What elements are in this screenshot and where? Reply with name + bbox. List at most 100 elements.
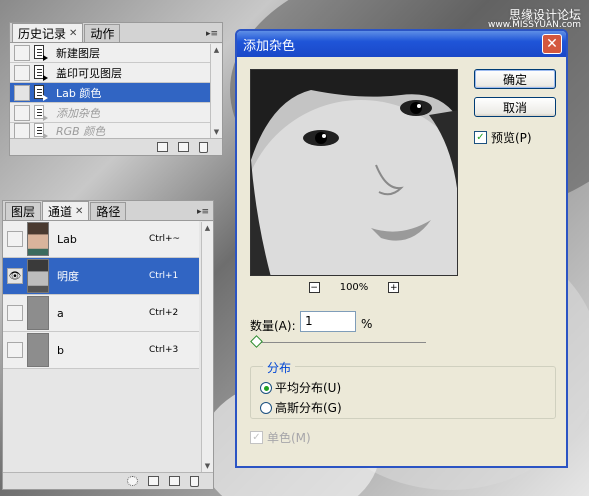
gaussian-radio[interactable]: 高斯分布(G) [260,399,342,416]
trash-icon[interactable] [190,475,199,487]
uniform-radio[interactable]: 平均分布(U) [260,379,341,396]
add-noise-dialog: 添加杂色 ✕ − 100% + 确定 取消 ✓ 预览(P) 数量(A): 1 % [235,29,568,468]
history-item[interactable]: 添加杂色 [10,103,210,123]
history-state-icon [34,104,48,121]
monochromatic-checkbox[interactable]: ✓ 单色(M) [250,429,311,446]
gaussian-label: 高斯分布(G) [275,401,342,415]
channel-name: 明度 [57,270,79,283]
tab-layers[interactable]: 图层 [5,202,42,220]
history-item-label: RGB 颜色 [56,125,106,138]
zoom-level: 100% [339,282,369,293]
history-item-label: Lab 颜色 [56,86,102,100]
load-selection-icon[interactable] [127,476,138,486]
amount-slider[interactable] [250,335,426,348]
channel-shortcut: Ctrl+2 [149,308,179,318]
distribution-label: 分布 [263,359,296,376]
save-selection-icon[interactable] [148,476,159,486]
new-channel-icon[interactable] [169,476,180,486]
history-item-label: 新建图层 [56,46,100,60]
scroll-down-icon[interactable]: ▼ [202,460,213,472]
channels-scrollbar[interactable]: ▲ ▼ [201,222,213,472]
tab-paths-label: 路径 [96,205,121,219]
preview-checkbox[interactable]: ✓ 预览(P) [474,129,532,146]
history-panel: 历史记录 ✕ 动作 ▸≡ 新建图层 盖印可见图层 Lab 颜色 添加杂色 RGB… [9,22,223,156]
close-icon[interactable]: ✕ [75,206,83,217]
scroll-up-icon[interactable]: ▲ [211,44,222,56]
radio-icon[interactable] [260,401,272,414]
tab-actions[interactable]: 动作 [84,24,121,42]
tab-paths[interactable]: 路径 [90,202,127,220]
channel-name: b [57,343,64,357]
history-scrollbar[interactable]: ▲ ▼ [210,44,222,138]
close-icon[interactable]: ✕ [542,34,562,54]
history-tabbar: 历史记录 ✕ 动作 ▸≡ [10,23,222,43]
zoom-in-icon[interactable]: + [388,282,400,293]
channel-shortcut: Ctrl+3 [149,345,179,355]
channel-visibility-box[interactable] [7,305,23,321]
slider-handle[interactable] [250,335,263,348]
ok-button[interactable]: 确定 [474,69,556,89]
tab-actions-label: 动作 [90,27,115,41]
amount-input[interactable]: 1 [300,311,356,332]
new-document-icon[interactable] [157,142,168,152]
dialog-title-bar[interactable]: 添加杂色 ✕ [237,31,566,57]
trash-icon[interactable] [199,141,208,153]
panel-menu-icon[interactable]: ▸≡ [197,207,209,217]
history-state-icon [34,84,48,101]
history-source-box[interactable] [14,84,30,101]
scroll-down-icon[interactable]: ▼ [211,126,222,138]
filter-preview[interactable] [250,69,458,276]
checkmark-icon[interactable]: ✓ [250,431,263,444]
channel-thumbnail [27,259,49,293]
radio-selected-icon[interactable] [260,381,272,394]
preview-label: 预览(P) [491,131,532,145]
panel-menu-icon[interactable]: ▸≡ [206,29,218,39]
history-source-box[interactable] [14,104,30,121]
history-item-selected[interactable]: Lab 颜色 [10,83,210,103]
cancel-button[interactable]: 取消 [474,97,556,117]
history-state-icon [34,64,48,81]
channel-thumbnail [27,222,49,256]
tab-history[interactable]: 历史记录 ✕ [12,23,84,42]
zoom-controls: − 100% + [250,282,458,293]
eye-icon[interactable]: 👁 [7,268,23,284]
channel-row[interactable]: Lab Ctrl+~ [3,221,199,258]
channel-thumbnail [27,333,49,367]
zoom-out-icon[interactable]: − [308,282,320,293]
channel-row[interactable]: a Ctrl+2 [3,295,199,332]
history-source-box[interactable] [14,123,30,139]
history-source-box[interactable] [14,44,30,61]
history-item[interactable]: 盖印可见图层 [10,63,210,83]
channel-name: a [57,306,64,320]
channel-row-selected[interactable]: 👁 明度 Ctrl+1 [3,258,199,295]
channel-list: Lab Ctrl+~ 👁 明度 Ctrl+1 a Ctrl+2 b Ctrl+3 [3,221,199,369]
channels-panel: 图层 通道 ✕ 路径 ▸≡ Lab Ctrl+~ 👁 明度 Ctrl+1 a C… [2,200,214,490]
history-state-icon [34,44,48,61]
history-footer [10,138,222,155]
channel-visibility-box[interactable] [7,342,23,358]
face-preview-image [251,70,457,275]
scroll-up-icon[interactable]: ▲ [202,222,213,234]
close-icon[interactable]: ✕ [69,28,77,39]
channels-footer [3,472,213,489]
tab-channels[interactable]: 通道 ✕ [42,201,90,220]
channel-visibility-box[interactable] [7,231,23,247]
channel-row[interactable]: b Ctrl+3 [3,332,199,369]
history-state-icon [34,123,48,139]
channels-tabbar: 图层 通道 ✕ 路径 ▸≡ [3,201,213,221]
history-list: 新建图层 盖印可见图层 Lab 颜色 添加杂色 RGB 颜色 [10,43,210,140]
checkmark-icon[interactable]: ✓ [474,131,487,144]
channel-shortcut: Ctrl+1 [149,271,179,281]
distribution-group: 分布 平均分布(U) 高斯分布(G) [250,359,556,419]
uniform-label: 平均分布(U) [275,381,342,395]
channel-shortcut: Ctrl+~ [149,234,181,244]
tab-layers-label: 图层 [11,205,36,219]
history-item-label: 添加杂色 [56,106,100,120]
tab-history-label: 历史记录 [18,26,67,41]
camera-icon[interactable] [178,142,189,152]
history-item[interactable]: 新建图层 [10,43,210,63]
tab-channels-label: 通道 [48,204,73,219]
amount-unit: % [361,317,373,331]
channel-thumbnail [27,296,49,330]
history-source-box[interactable] [14,64,30,81]
